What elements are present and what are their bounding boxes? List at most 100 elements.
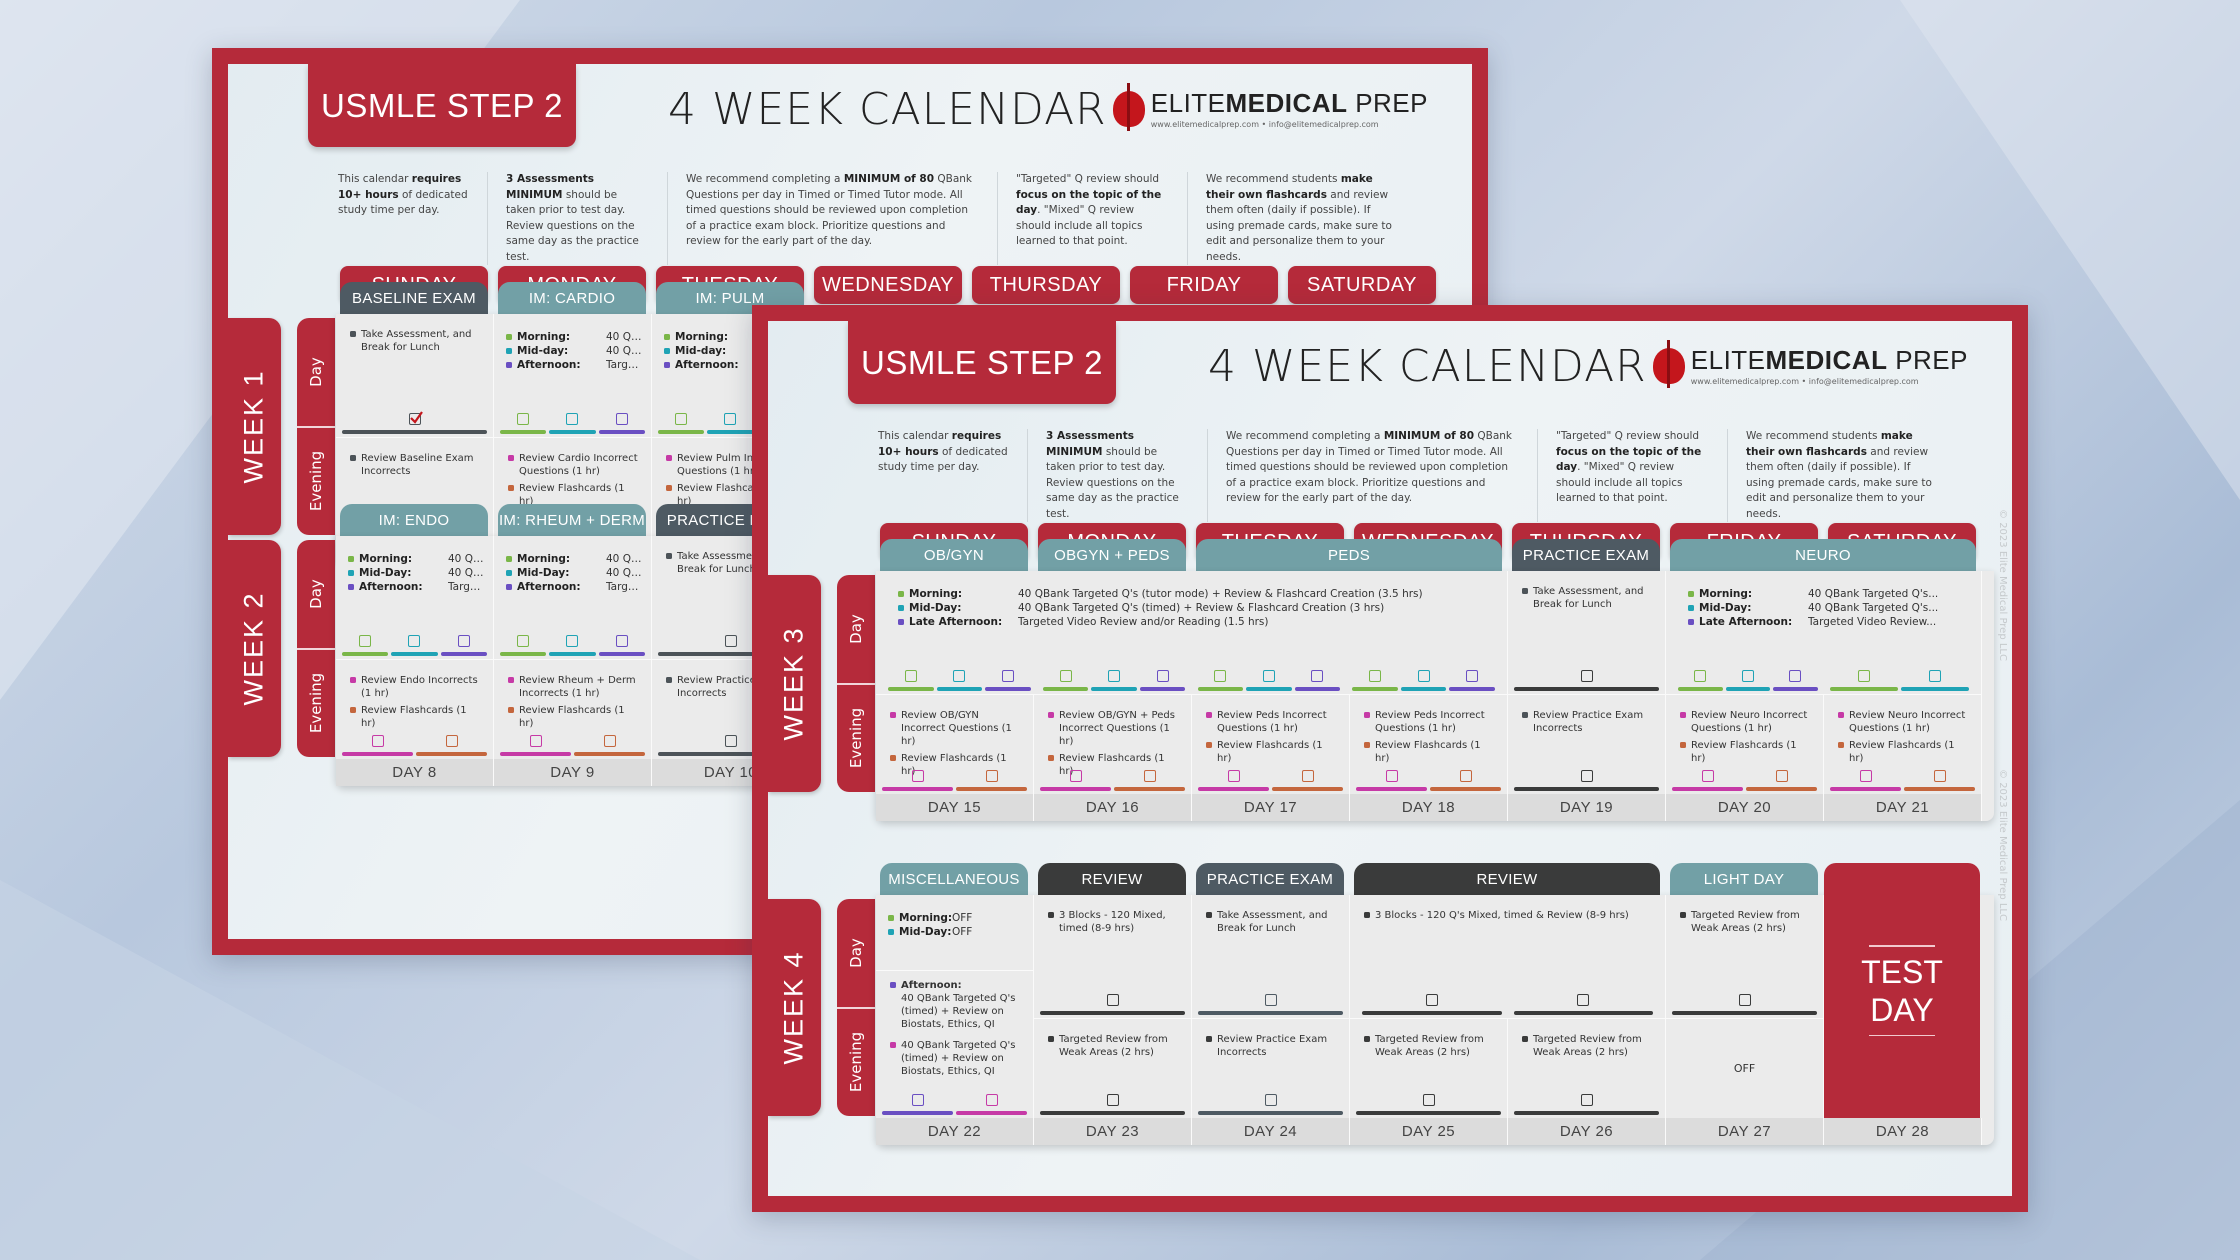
checkbox[interactable] <box>371 735 384 747</box>
checkbox[interactable] <box>1417 670 1430 682</box>
checkbox[interactable] <box>985 770 998 782</box>
schedule-label-text: Morning: <box>909 588 963 600</box>
week-grid: Morning: 40 QBank Targeted Q's (tutor mod… <box>876 571 1994 821</box>
calendar-page-front: USMLE STEP 2 4 WEEK CALENDAR ELITEMEDICA… <box>752 305 2028 1212</box>
checkbox[interactable] <box>1301 770 1314 782</box>
checkbox[interactable] <box>1369 670 1382 682</box>
checkbox-row <box>1346 670 1501 691</box>
checkbox[interactable] <box>603 735 616 747</box>
checkbox[interactable] <box>724 635 737 647</box>
checkbox-segment <box>658 413 705 434</box>
checkbox[interactable] <box>1741 670 1754 682</box>
task-list: Review Neuro Incorrect Questions (1 hr) R… <box>1666 695 1823 765</box>
checkbox[interactable] <box>911 770 924 782</box>
checkbox[interactable] <box>1459 770 1472 782</box>
bullet-icon <box>666 553 672 559</box>
checkbox[interactable] <box>1108 670 1121 682</box>
task-item: Review Flashcards (1 hr) <box>1364 739 1497 765</box>
checkbox[interactable] <box>1069 770 1082 782</box>
note: 3 Assessments MINIMUM should be taken pr… <box>488 172 668 265</box>
schedule-value: 40 QBank Targeted Q's... <box>1808 602 1939 614</box>
topic-header: OBGYN + PEDS <box>1038 539 1186 571</box>
checkbox-segment <box>1430 770 1501 791</box>
logo: ELITEMEDICAL PREP www.elitemedicalprep.c… <box>1112 82 1428 131</box>
checkbox-segment <box>549 413 596 434</box>
task-list: Review Practice Exam Incorrects <box>1192 1019 1349 1059</box>
checkbox[interactable] <box>615 413 628 425</box>
checkbox-segment <box>707 413 754 434</box>
checkbox[interactable] <box>1701 770 1714 782</box>
checkbox[interactable] <box>1385 770 1398 782</box>
checkbox[interactable] <box>457 635 470 647</box>
checkbox[interactable] <box>1227 770 1240 782</box>
checkbox-segment <box>500 735 571 756</box>
checkbox[interactable] <box>904 670 917 682</box>
bullet-icon <box>664 348 670 354</box>
checkbox-row <box>1672 994 1817 1015</box>
checkbox[interactable] <box>1143 770 1156 782</box>
checkbox[interactable] <box>1466 670 1479 682</box>
checkbox[interactable] <box>615 635 628 647</box>
day-number: DAY 16 <box>1034 794 1192 821</box>
checkbox-segment <box>1514 670 1659 691</box>
checkbox[interactable] <box>1577 994 1590 1006</box>
weekday-header: FRIDAY <box>1130 266 1278 304</box>
checkbox[interactable] <box>1001 670 1014 682</box>
checkbox-segment <box>882 1094 953 1115</box>
evening-cell: OFF <box>1666 1018 1824 1118</box>
checkbox[interactable] <box>1789 670 1802 682</box>
checkbox[interactable] <box>1106 994 1119 1006</box>
checkbox[interactable] <box>1262 670 1275 682</box>
checkbox[interactable] <box>1580 1094 1593 1106</box>
checkbox[interactable] <box>566 413 579 425</box>
evening-cell: Review Neuro Incorrect Questions (1 hr) R… <box>1666 694 1824 794</box>
checked-checkbox[interactable] <box>408 411 423 425</box>
checkbox[interactable] <box>1857 670 1870 682</box>
bullet-icon <box>1522 1036 1528 1042</box>
checkbox[interactable] <box>445 735 458 747</box>
day-number: DAY 19 <box>1508 794 1666 821</box>
checkbox[interactable] <box>359 635 372 647</box>
checkbox[interactable] <box>566 635 579 647</box>
checkbox[interactable] <box>724 735 737 747</box>
checkbox-segment <box>500 413 547 434</box>
checkbox[interactable] <box>1859 770 1872 782</box>
checkbox[interactable] <box>1775 770 1788 782</box>
checkbox[interactable] <box>1694 670 1707 682</box>
task-list: Targeted Review from Weak Areas (2 hrs) <box>1350 1019 1507 1059</box>
note: We recommend students make their own fla… <box>1746 430 1932 520</box>
checkbox[interactable] <box>1264 1094 1277 1106</box>
checkbox[interactable] <box>1738 994 1751 1006</box>
checkbox[interactable] <box>408 635 421 647</box>
checkbox[interactable] <box>1214 670 1227 682</box>
checkbox[interactable] <box>1933 770 1946 782</box>
progress-bar <box>1114 787 1185 791</box>
checkbox[interactable] <box>517 413 530 425</box>
checkbox[interactable] <box>529 735 542 747</box>
checkbox[interactable] <box>1580 670 1593 682</box>
bullet-icon <box>1838 742 1844 748</box>
bullet-icon <box>898 605 904 611</box>
checkbox[interactable] <box>1156 670 1169 682</box>
checkbox[interactable] <box>1311 670 1324 682</box>
checkbox[interactable] <box>517 635 530 647</box>
checkbox[interactable] <box>1264 994 1277 1006</box>
checkbox-segment <box>1294 670 1341 691</box>
checkbox[interactable] <box>1059 670 1072 682</box>
checkbox-segment <box>549 635 596 656</box>
checkbox[interactable] <box>1106 1094 1119 1106</box>
checkbox[interactable] <box>953 670 966 682</box>
bullet-icon <box>508 455 514 461</box>
checkbox[interactable] <box>1422 1094 1435 1106</box>
checkbox[interactable] <box>1580 770 1593 782</box>
bullet-icon <box>506 570 512 576</box>
schedule-value: 40 QBank Targeted Q's (timed) + Review &… <box>1018 602 1385 614</box>
progress-bar <box>1246 687 1292 691</box>
schedule-label: Mid-Day: <box>888 926 952 938</box>
checkbox[interactable] <box>1928 670 1941 682</box>
checkbox[interactable] <box>985 1094 998 1106</box>
checkbox[interactable] <box>1425 994 1438 1006</box>
checkbox[interactable] <box>675 413 688 425</box>
checkbox[interactable] <box>724 413 737 425</box>
checkbox[interactable] <box>911 1094 924 1106</box>
